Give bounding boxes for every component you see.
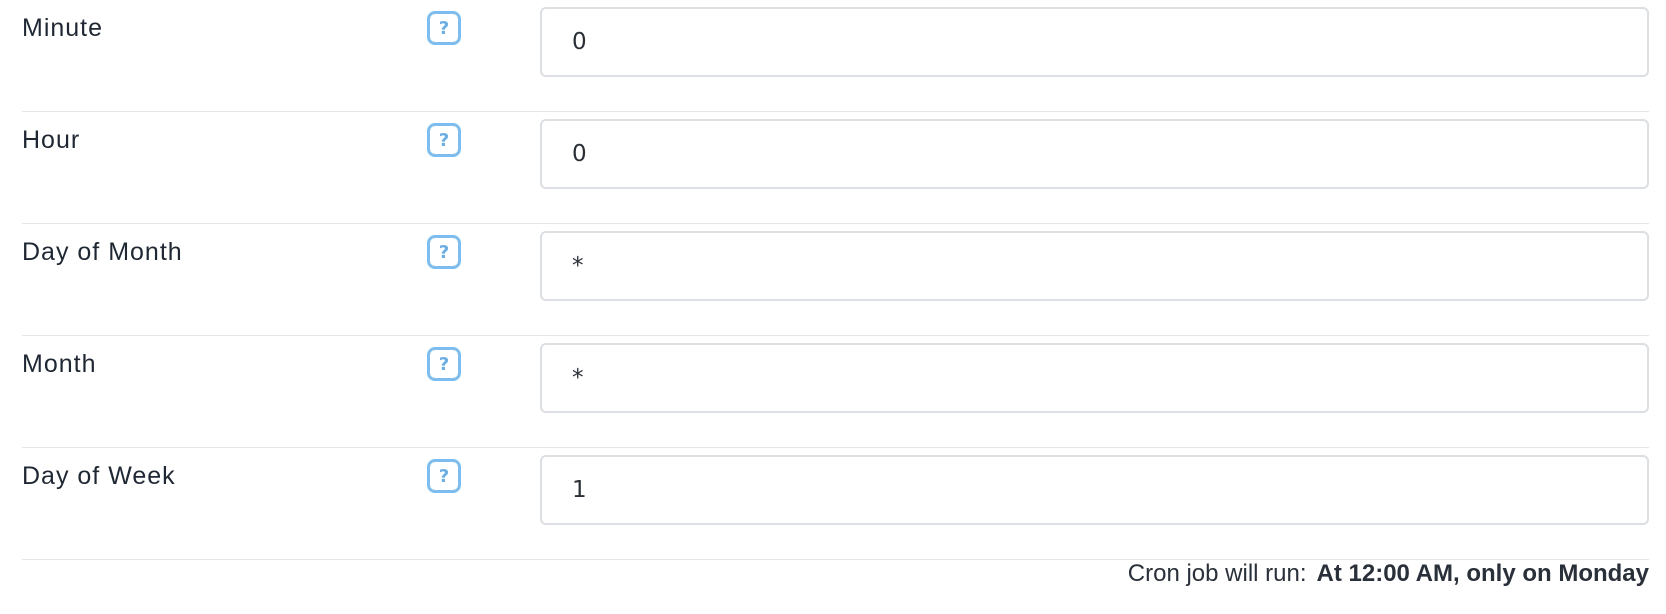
cron-schedule-form: Minute ? Hour ? Day of Month ? Month ? D… [22,0,1649,560]
minute-row: Minute ? [22,0,1649,112]
month-row: Month ? [22,336,1649,448]
day-of-week-label: Day of Week [22,462,176,490]
month-label: Month [22,350,97,378]
minute-label: Minute [22,14,104,42]
cron-summary-prefix: Cron job will run: [1127,560,1307,587]
month-input[interactable] [540,343,1649,413]
cron-summary-value: At 12:00 AM, only on Monday [1316,560,1649,587]
minute-input[interactable] [540,7,1649,77]
minute-help-icon[interactable]: ? [427,11,461,45]
day-of-month-row: Day of Month ? [22,224,1649,336]
day-of-week-help-icon[interactable]: ? [427,459,461,493]
cron-summary: Cron job will run: At 12:00 AM, only on M… [1128,560,1649,588]
hour-input[interactable] [540,119,1649,189]
day-of-week-row: Day of Week ? [22,448,1649,560]
hour-row: Hour ? [22,112,1649,224]
day-of-week-input[interactable] [540,455,1649,525]
hour-help-icon[interactable]: ? [427,123,461,157]
day-of-month-help-icon[interactable]: ? [427,235,461,269]
day-of-month-input[interactable] [540,231,1649,301]
hour-label: Hour [22,126,81,154]
day-of-month-label: Day of Month [22,238,183,266]
month-help-icon[interactable]: ? [427,347,461,381]
